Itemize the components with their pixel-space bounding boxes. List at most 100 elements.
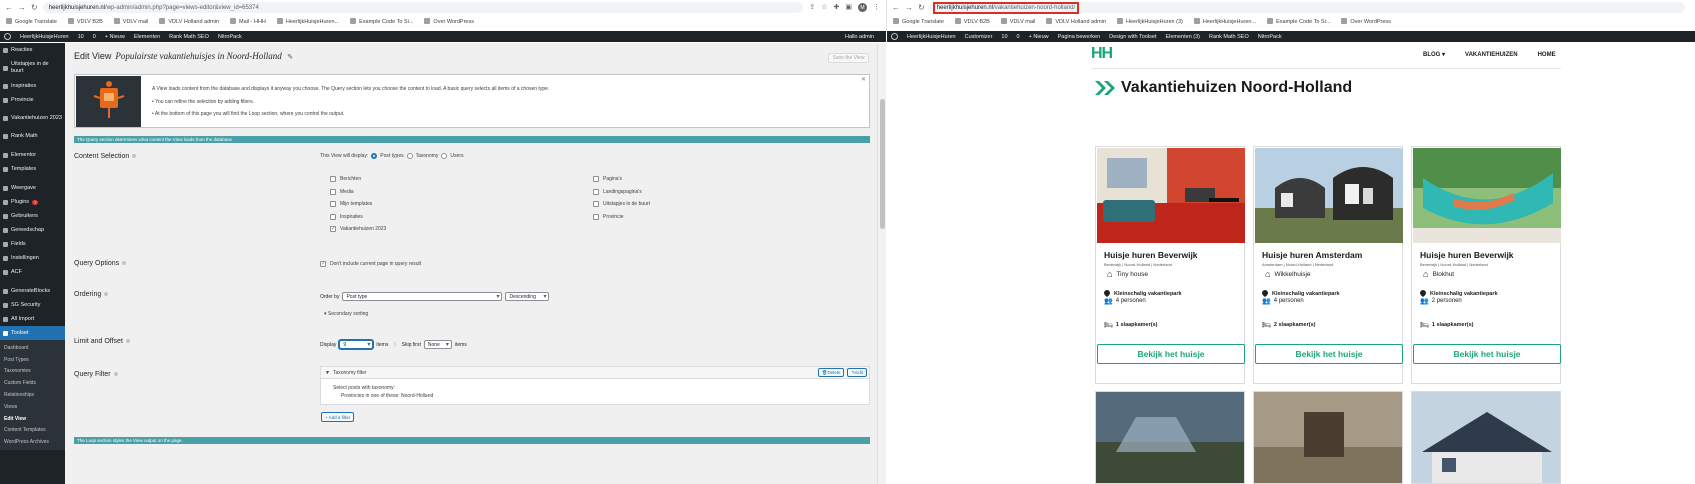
sidebar-item-provincie[interactable]: Provincie bbox=[0, 93, 65, 107]
submenu-relationships[interactable]: Relationships bbox=[0, 389, 65, 401]
submenu-views[interactable]: Views bbox=[0, 401, 65, 413]
submenu-dashboard[interactable]: Dashboard bbox=[0, 342, 65, 354]
back-icon[interactable]: ← bbox=[892, 3, 900, 12]
bookmark[interactable]: VDLV mail bbox=[1001, 18, 1036, 25]
sidebar-item-elementor[interactable]: Elementor bbox=[0, 148, 65, 162]
house-photo[interactable] bbox=[1413, 148, 1561, 243]
order-by-select[interactable]: Post type bbox=[342, 292, 503, 301]
view-house-button[interactable]: Bekijk het huisje bbox=[1413, 344, 1561, 364]
wordpress-logo-icon[interactable] bbox=[4, 33, 11, 40]
display-count-select[interactable]: 9 bbox=[339, 340, 374, 349]
bookmark[interactable]: Mail - HHH bbox=[230, 18, 266, 25]
adminbar-rankmath[interactable]: Rank Math SEO bbox=[169, 34, 209, 40]
nav-home[interactable]: HOME bbox=[1538, 52, 1556, 58]
sidebar-item-instellingen[interactable]: Instellingen bbox=[0, 251, 65, 265]
adminbar-site[interactable]: HeerlijkHuisjeHuren bbox=[907, 34, 956, 40]
reload-icon[interactable]: ↻ bbox=[918, 3, 925, 12]
radio-post-types[interactable] bbox=[371, 153, 378, 159]
house-photo[interactable] bbox=[1255, 148, 1403, 243]
sidebar-item-gereedschap[interactable]: Gereedschap bbox=[0, 223, 65, 237]
submenu-taxonomies[interactable]: Taxonomies bbox=[0, 366, 65, 378]
pencil-icon[interactable]: ✎ bbox=[287, 54, 293, 61]
bookmark[interactable]: Google Translate bbox=[6, 18, 57, 25]
bookmark[interactable]: Google Translate bbox=[893, 18, 944, 25]
save-view-button[interactable]: Save the View bbox=[828, 53, 869, 63]
collapse-icon[interactable]: ▼ bbox=[325, 370, 330, 376]
sidebar-item-plugins[interactable]: Plugins 7 bbox=[0, 195, 65, 209]
checkbox-media[interactable]: Media bbox=[330, 186, 386, 199]
adminbar-updates[interactable]: 10 bbox=[78, 34, 84, 40]
sidebar-item-fields[interactable]: Fields bbox=[0, 237, 65, 251]
secondary-sorting-toggle[interactable]: ▾ Secondary sorting bbox=[324, 311, 368, 317]
adminbar-site[interactable]: HeerlijkHuisjeHuren bbox=[20, 34, 69, 40]
submenu-custom-fields[interactable]: Custom Fields bbox=[0, 377, 65, 389]
radio-users[interactable] bbox=[441, 153, 448, 159]
close-icon[interactable]: ✕ bbox=[861, 76, 866, 83]
sidebar-item-reacties[interactable]: Reacties bbox=[0, 43, 65, 57]
checkbox-vakantiehuizen[interactable]: ✓ Vakantiehuizen 2023 bbox=[330, 223, 386, 236]
wordpress-logo-icon[interactable] bbox=[891, 33, 898, 40]
sidebar-item-weergave[interactable]: Weergave bbox=[0, 181, 65, 195]
site-logo[interactable]: HH bbox=[1091, 45, 1113, 63]
address-bar[interactable]: heerlijkhuisjehuren.nl/wp-admin/admin.ph… bbox=[42, 2, 804, 13]
submenu-post-types[interactable]: Post Types bbox=[0, 354, 65, 366]
submenu-edit-view[interactable]: Edit View bbox=[0, 413, 65, 425]
add-filter-button[interactable]: + Add a filter bbox=[321, 412, 355, 422]
adminbar-comments[interactable]: 0 bbox=[93, 34, 96, 40]
sidebar-item-templates[interactable]: Templates bbox=[0, 162, 65, 176]
bookmark[interactable]: VDLV B2B bbox=[68, 18, 103, 25]
adminbar-new[interactable]: + Nieuw bbox=[105, 34, 125, 40]
adminbar-customizer[interactable]: Customizer bbox=[965, 34, 993, 40]
house-card-partial[interactable] bbox=[1253, 391, 1403, 484]
radio-taxonomy[interactable] bbox=[406, 153, 413, 159]
submenu-wordpress-archives[interactable]: WordPress Archives bbox=[0, 436, 65, 448]
adminbar-updates[interactable]: 10 bbox=[1001, 34, 1007, 40]
extensions-icon[interactable]: ✚ bbox=[834, 3, 840, 12]
adminbar-elements[interactable]: Elementen (3) bbox=[1165, 34, 1200, 40]
bookmark[interactable]: HeerlijkHuisjeHuren... bbox=[277, 18, 339, 25]
house-name[interactable]: Huisje huren Beverwijk bbox=[1420, 250, 1514, 260]
star-icon[interactable]: ☆ bbox=[821, 3, 827, 12]
sidebar-item-uitstapjes[interactable]: Uitstapjes in de buurt bbox=[0, 57, 65, 79]
nav-blog[interactable]: BLOG ▾ bbox=[1423, 51, 1445, 58]
checkbox-mijn-templates[interactable]: Mijn templates bbox=[330, 198, 386, 211]
sidebar-item-gebruikers[interactable]: Gebruikers bbox=[0, 209, 65, 223]
bookmark[interactable]: Example Code To Si... bbox=[350, 18, 413, 25]
bookmark[interactable]: HeerlijkHuisjeHuren... bbox=[1194, 18, 1256, 25]
bookmark[interactable]: VDLV Holland admin bbox=[159, 18, 219, 25]
forward-icon[interactable]: → bbox=[18, 3, 26, 12]
house-photo[interactable] bbox=[1097, 148, 1245, 243]
house-card-partial[interactable] bbox=[1095, 391, 1245, 484]
checkbox-exclude-current[interactable]: ✓ Don't include current page in query res… bbox=[320, 258, 421, 271]
checkbox-inspiraties[interactable]: Inspiraties bbox=[330, 211, 386, 224]
reload-icon[interactable]: ↻ bbox=[31, 3, 38, 12]
sidebar-item-sgsecurity[interactable]: SG Security bbox=[0, 298, 65, 312]
bookmark[interactable]: HeerlijkHuisjeHuren (3) bbox=[1117, 18, 1183, 25]
sidebar-item-inspiraties[interactable]: Inspiraties bbox=[0, 79, 65, 93]
sidebar-item-rankmath[interactable]: Rank Math bbox=[0, 129, 65, 143]
forward-icon[interactable]: → bbox=[905, 3, 913, 12]
bookmark[interactable]: Over WordPress bbox=[1341, 18, 1391, 25]
bookmark[interactable]: Example Code To Si... bbox=[1267, 18, 1330, 25]
skip-select[interactable]: None bbox=[423, 340, 452, 349]
bookmark[interactable]: VDLV B2B bbox=[955, 18, 990, 25]
adminbar-greeting[interactable]: Hallo admin bbox=[845, 34, 874, 40]
profile-avatar[interactable]: M bbox=[858, 3, 867, 12]
adminbar-new[interactable]: + Nieuw bbox=[1029, 34, 1049, 40]
order-direction-select[interactable]: Descending bbox=[505, 292, 550, 301]
submenu-content-templates[interactable]: Content Templates bbox=[0, 425, 65, 437]
adminbar-elements[interactable]: Elementen bbox=[134, 34, 160, 40]
house-card-partial[interactable] bbox=[1411, 391, 1561, 484]
adminbar-edit-page[interactable]: Pagina bewerken bbox=[1058, 34, 1101, 40]
checkbox-uitstapjes[interactable]: Uitstapjes in de buurt bbox=[593, 198, 650, 211]
sidebar-item-vakantiehuizen[interactable]: Vakantiehuizen 2023 bbox=[0, 107, 65, 129]
view-title[interactable]: Populairste vakantiehuisjes in Noord-Hol… bbox=[115, 51, 281, 61]
adminbar-rankmath[interactable]: Rank Math SEO bbox=[1209, 34, 1249, 40]
checkbox-paginas[interactable]: Pagina's bbox=[593, 173, 650, 186]
house-name[interactable]: Huisje huren Beverwijk bbox=[1104, 250, 1198, 260]
bookmark[interactable]: Over WordPress bbox=[424, 18, 474, 25]
nav-vakantiehuizen[interactable]: VAKANTIEHUIZEN bbox=[1465, 52, 1518, 58]
filter-delete-button[interactable]: 🗑 Delete bbox=[817, 368, 845, 377]
address-bar[interactable]: heerlijkhuisjehuren.nl/vakantiehuizen-no… bbox=[929, 1, 1685, 14]
sidebar-item-toolset[interactable]: Toolset bbox=[0, 326, 65, 340]
